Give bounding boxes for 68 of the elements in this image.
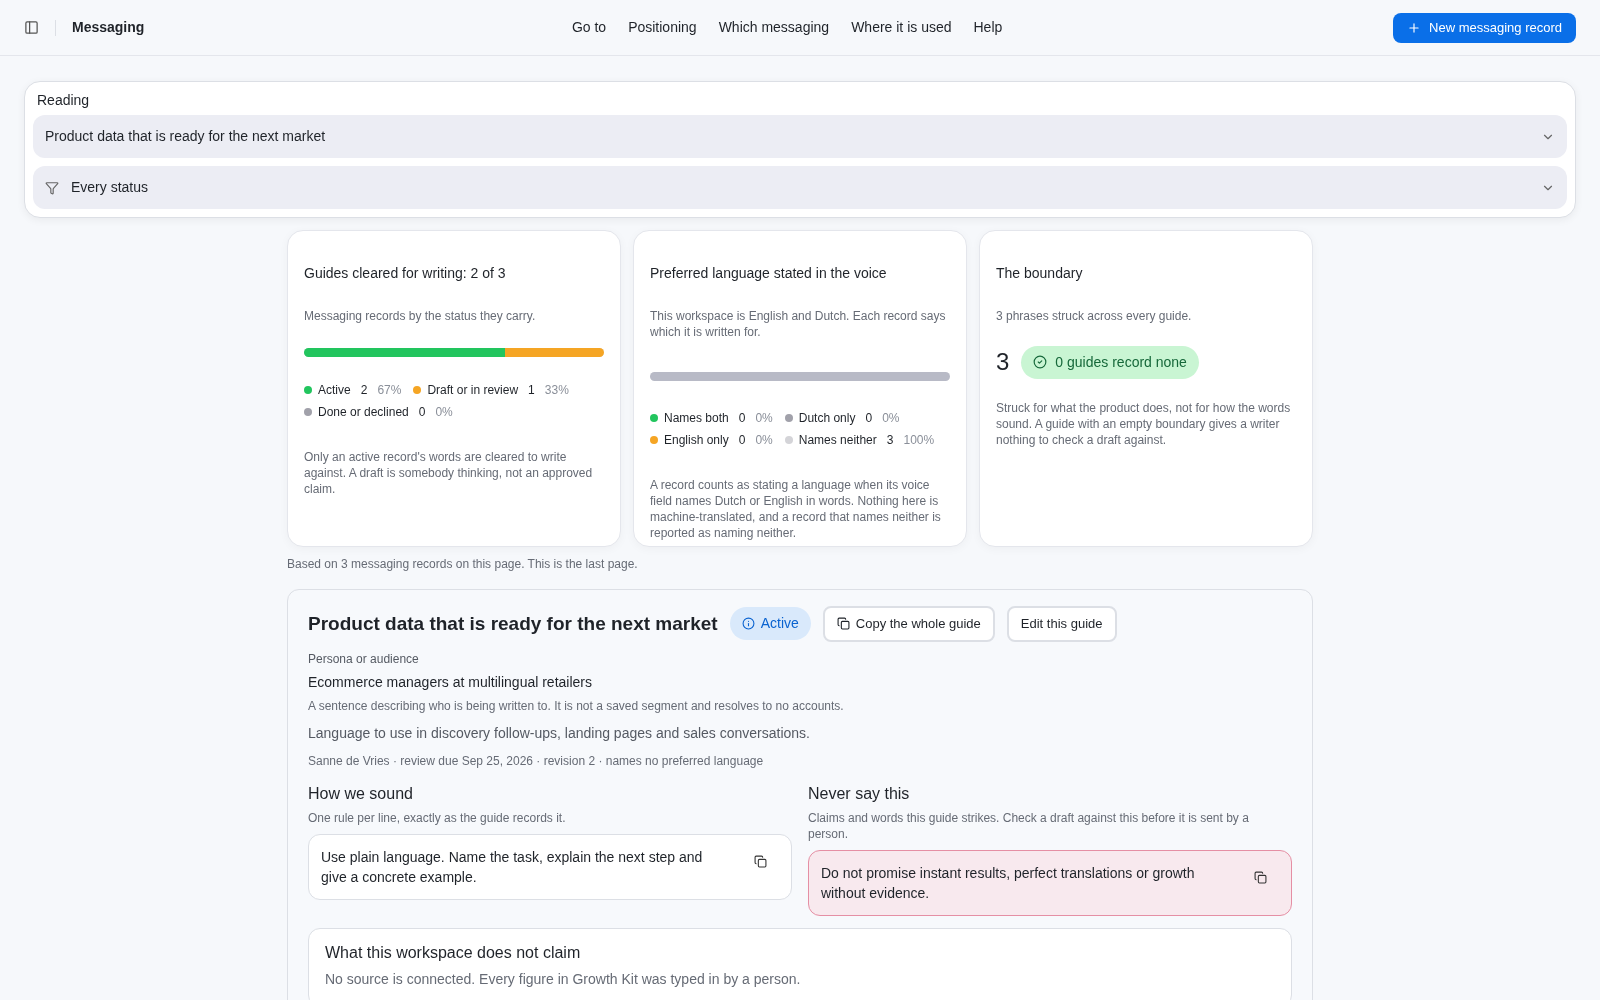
legend-percent: 33% [544, 382, 569, 399]
legend-percent: 0% [755, 410, 773, 427]
field-hint: A sentence describing who is being written to. It is not a saved segment and resolves to no accounts. [308, 697, 845, 715]
card-title: The boundary [996, 264, 1084, 283]
legend-label: Dutch only [798, 410, 856, 427]
nav-link[interactable]: Which messaging [718, 17, 830, 38]
legend-percent: 67% [377, 382, 402, 399]
legend-percent: 0% [435, 404, 453, 421]
copy-guide-button[interactable]: Copy the whole guide [822, 606, 995, 642]
section-title: Never say this [808, 783, 911, 804]
reading-label: Reading [36, 91, 91, 110]
card-subtitle: This workspace is English and Dutch. Each record says which it is written for. [650, 308, 947, 340]
field-label: Persona or audience [308, 650, 420, 668]
check-circle-icon [1033, 355, 1048, 369]
status-select[interactable]: Every status [33, 166, 1567, 209]
section-hint: One rule per line, exactly as the guide records it. [308, 809, 567, 826]
copy-icon [836, 617, 850, 631]
sidebar-toggle-icon[interactable] [24, 20, 39, 35]
nav-link[interactable]: Positioning [628, 17, 697, 38]
new-record-button[interactable]: New messaging record [1393, 12, 1576, 43]
legend-label: Names both [664, 410, 729, 427]
legend-label: Active [318, 382, 351, 399]
nav-link[interactable]: Help [973, 17, 1003, 38]
info-icon [741, 617, 755, 631]
legend-count: 0 [738, 410, 746, 427]
usage-text: Language to use in discovery follow-ups, landing pages and sales conversations. [308, 723, 811, 743]
card-title: Preferred language stated in the voice [650, 264, 888, 283]
nav-link[interactable]: Where it is used [851, 17, 952, 38]
legend-count: 0 [865, 410, 873, 427]
legend-count: 2 [360, 382, 368, 399]
legend-count: 0 [418, 404, 426, 421]
legend-percent: 0% [882, 410, 900, 427]
filter-icon [45, 180, 59, 195]
nav-link[interactable]: Go to [571, 17, 607, 38]
card-note: A record counts as stating a language when its voice field names Dutch or English in words. Nothing here is machine-translated, and a record that names neither is reported as naming neither. [650, 477, 942, 541]
status-badge: Active [729, 607, 811, 641]
legend-count: 1 [528, 382, 535, 399]
card-subtitle: Messaging records by the status they carry. [304, 308, 537, 324]
disclaimer-text: No source is connected. Every figure in Growth Kit was typed in by a person. [325, 969, 802, 989]
legend-percent: 100% [903, 432, 935, 449]
legend-percent: 0% [755, 432, 773, 449]
legend-label: Names neither [798, 432, 877, 449]
copy-icon[interactable] [1254, 870, 1267, 884]
card-note: Only an active record's words are cleared to write against. A draft is somebody thinking, not an approved claim. [304, 449, 594, 497]
app-title: Messaging [72, 18, 145, 37]
guide-title: Product data that is ready for the next market [308, 611, 718, 636]
rule-text: Do not promise instant results, perfect translations or growth without evidence. [821, 863, 1196, 903]
copy-icon[interactable] [754, 854, 767, 868]
section-hint: Claims and words this guide strikes. Check a draft against this before it is sent by a person. [808, 809, 1250, 842]
legend-count: 0 [738, 432, 746, 449]
phrase-count: 3 [996, 347, 1010, 377]
plus-icon [1407, 20, 1422, 35]
legend-label: Done or declined [318, 404, 409, 421]
rule-text: Use plain language. Name the task, explain the next step and give a concrete example. [321, 847, 704, 887]
section-title: How we sound [308, 783, 414, 804]
card-title: Guides cleared for writing: 2 of 3 [304, 264, 507, 283]
legend-count: 3 [886, 432, 894, 449]
edit-guide-button[interactable]: Edit this guide [1006, 606, 1117, 642]
guide-meta: Sanne de Vries · review due Sep 25, 2026 · revision 2 · names no preferred language [308, 752, 765, 770]
status-badge: 0 guides record none [1021, 345, 1199, 379]
legend-label: English only [664, 432, 729, 449]
disclaimer-title: What this workspace does not claim [325, 942, 582, 963]
footnote: Based on 3 messaging records on this page. This is the last page. [287, 556, 639, 573]
legend-label: Draft or in review [427, 382, 519, 399]
card-note: Struck for what the product does, not for how the words sound. A guide with an empty boundary gives a writer nothing to check a draft against. [996, 400, 1292, 448]
card-subtitle: 3 phrases struck across every guide. [996, 308, 1193, 324]
persona-text: Ecommerce managers at multilingual retailers [308, 672, 593, 692]
guide-select[interactable]: Product data that is ready for the next market [33, 115, 1567, 158]
